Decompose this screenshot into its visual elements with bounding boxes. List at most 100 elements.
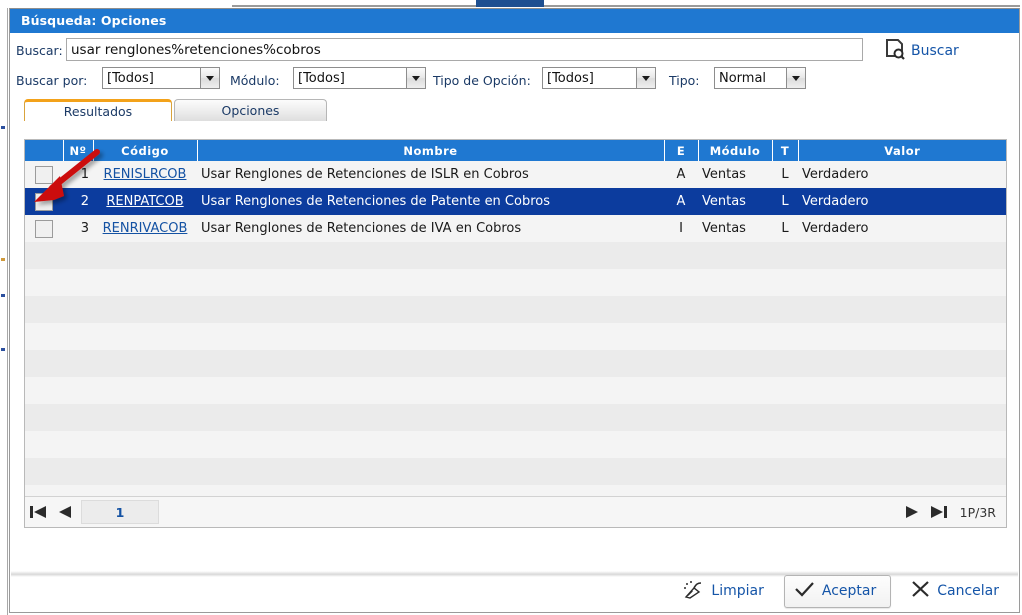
modulo-value: [Todos] [298, 70, 345, 86]
row-codigo-link[interactable]: RENISLRCOB [104, 167, 187, 182]
results-grid-panel: Nº Código Nombre E Módulo T Valor 1 RENIS… [24, 139, 1007, 528]
table-row-empty [25, 458, 1006, 485]
filter-row: Buscar por: [Todos] Módulo: [Todos] Tipo… [10, 67, 1019, 95]
row-tipo: L [772, 188, 798, 215]
row-select-cell[interactable] [25, 161, 63, 188]
table-row-empty [25, 323, 1006, 350]
column-header-e[interactable]: E [664, 140, 699, 161]
row-modulo: Ventas [698, 188, 772, 215]
previous-page-icon[interactable] [51, 500, 77, 524]
first-page-icon[interactable] [25, 500, 51, 524]
table-row-empty [25, 269, 1006, 296]
close-x-icon [911, 580, 930, 602]
search-input[interactable] [66, 38, 863, 61]
tab-strip: Resultados Opciones [19, 99, 1019, 121]
tab-resultados-label: Resultados [63, 104, 133, 119]
cancelar-button[interactable]: Cancelar [905, 576, 1005, 606]
table-header-row: Nº Código Nombre E Módulo T Valor [25, 140, 1006, 161]
row-codigo-link[interactable]: RENPATCOB [106, 194, 183, 209]
search-bar: Buscar: Buscar [10, 33, 1019, 67]
tipo-select[interactable]: Normal [714, 67, 806, 89]
search-label: Buscar: [16, 43, 63, 58]
checkmark-icon [795, 581, 815, 602]
search-button[interactable]: Buscar [885, 38, 959, 64]
modulo-select[interactable]: [Todos] [293, 67, 426, 89]
background-mark-4 [1, 348, 5, 351]
tipo-value: Normal [719, 70, 767, 86]
row-valor: Verdadero [798, 215, 1006, 242]
chevron-down-icon[interactable] [406, 68, 425, 88]
cancelar-label: Cancelar [937, 583, 999, 599]
tipo-de-opcion-label: Tipo de Opción: [433, 73, 531, 88]
row-valor: Verdadero [798, 161, 1006, 188]
limpiar-button[interactable]: Limpiar [677, 576, 769, 607]
row-checkbox[interactable] [35, 219, 53, 238]
document-search-icon [885, 38, 905, 64]
buscar-por-select[interactable]: [Todos] [102, 67, 220, 89]
buscar-por-value: [Todos] [107, 70, 154, 86]
column-header-codigo[interactable]: Código [93, 140, 198, 161]
dialog-titlebar: Búsqueda: Opciones [10, 9, 1019, 33]
page-number-input[interactable]: 1 [81, 500, 159, 524]
chevron-down-icon[interactable] [200, 68, 219, 88]
limpiar-label: Limpiar [711, 583, 764, 599]
background-mark-1 [1, 126, 5, 129]
broom-icon [683, 580, 704, 603]
row-checkbox[interactable] [35, 192, 53, 211]
background-mark-3 [1, 294, 5, 297]
background-window-active-tab[interactable] [476, 0, 544, 7]
column-header-valor[interactable]: Valor [798, 140, 1006, 161]
column-header-select[interactable] [25, 140, 64, 161]
search-button-label: Buscar [911, 43, 959, 59]
chevron-down-icon[interactable] [636, 68, 655, 88]
last-page-icon[interactable] [926, 500, 952, 524]
row-numero: 3 [63, 215, 93, 242]
row-tipo: L [772, 215, 798, 242]
next-page-icon[interactable] [900, 500, 926, 524]
row-select-cell[interactable] [25, 188, 63, 215]
table-row[interactable]: 3 RENRIVACOB Usar Renglones de Retenciones… [25, 215, 1006, 242]
row-estado: A [664, 188, 698, 215]
table-row-empty [25, 377, 1006, 404]
table-row[interactable]: 1 RENISLRCOB Usar Renglones de Retenciones… [25, 161, 1006, 188]
row-nombre: Usar Renglones de Retenciones de Patente… [197, 188, 664, 215]
row-codigo[interactable]: RENPATCOB [93, 188, 197, 215]
tipo-de-opcion-value: [Todos] [547, 70, 594, 86]
search-options-dialog: Búsqueda: Opciones Buscar: Buscar Buscar… [9, 8, 1020, 613]
row-codigo[interactable]: RENISLRCOB [93, 161, 197, 188]
table-row-empty [25, 242, 1006, 269]
row-valor: Verdadero [798, 188, 1006, 215]
table-row-empty [25, 350, 1006, 377]
modulo-label: Módulo: [230, 73, 280, 88]
background-window-edge [232, 5, 1020, 7]
row-nombre: Usar Renglones de Retenciones de IVA en … [197, 215, 664, 242]
chevron-down-icon[interactable] [786, 68, 805, 88]
row-nombre: Usar Renglones de Retenciones de ISLR en… [197, 161, 664, 188]
row-checkbox[interactable] [35, 165, 53, 184]
tab-resultados[interactable]: Resultados [24, 99, 172, 121]
aceptar-button[interactable]: Aceptar [783, 574, 892, 608]
tipo-label: Tipo: [669, 73, 700, 88]
table-row-empty [25, 404, 1006, 431]
column-header-t[interactable]: T [772, 140, 799, 161]
aceptar-label: Aceptar [821, 583, 877, 599]
table-row[interactable]: 2 RENPATCOB Usar Renglones de Retenciones … [25, 188, 1006, 215]
results-table: Nº Código Nombre E Módulo T Valor 1 RENIS… [25, 140, 1006, 485]
row-estado: I [664, 215, 698, 242]
column-header-nombre[interactable]: Nombre [197, 140, 665, 161]
table-body: 1 RENISLRCOB Usar Renglones de Retenciones… [25, 161, 1006, 485]
background-window-left-sliver [0, 8, 8, 615]
row-codigo[interactable]: RENRIVACOB [93, 215, 197, 242]
record-count-label: 1P/3R [959, 504, 996, 520]
tab-opciones[interactable]: Opciones [174, 99, 327, 121]
column-header-numero[interactable]: Nº [63, 140, 94, 161]
row-estado: A [664, 161, 698, 188]
row-tipo: L [772, 161, 798, 188]
row-modulo: Ventas [698, 215, 772, 242]
table-row-empty [25, 431, 1006, 458]
row-select-cell[interactable] [25, 215, 63, 242]
row-numero: 1 [63, 161, 93, 188]
column-header-modulo[interactable]: Módulo [698, 140, 773, 161]
row-codigo-link[interactable]: RENRIVACOB [103, 221, 188, 236]
tipo-de-opcion-select[interactable]: [Todos] [542, 67, 656, 89]
